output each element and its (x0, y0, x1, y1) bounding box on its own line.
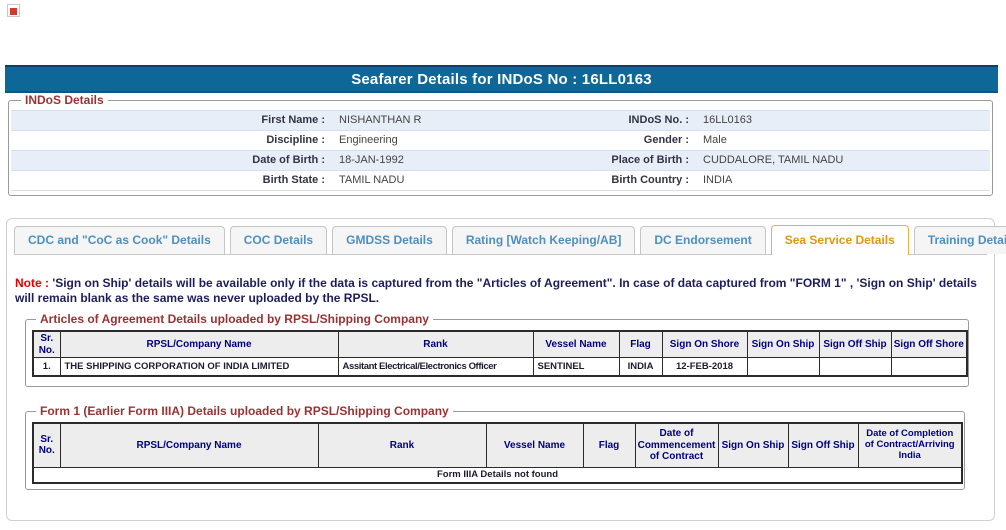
cell-flag: INDIA (618, 357, 663, 376)
articles-of-agreement-fieldset: Articles of Agreement Details uploaded b… (25, 312, 969, 387)
date-of-birth-value: 18-JAN-1992 (339, 154, 404, 166)
cell-sign-off-ship (818, 357, 892, 376)
indos-row-birth-state-country: Birth State : TAMIL NADU Birth Country :… (11, 171, 990, 191)
col-vessel-name: Vessel Name (532, 330, 620, 358)
col-sign-off-ship: Sign Off Ship (818, 330, 892, 358)
col-rank: Rank (317, 422, 487, 468)
col-date-of-completion: Date of Completion of Contract/Arriving … (857, 422, 963, 468)
form1-table: Sr. No. RPSL/Company Name Rank Vessel Na… (32, 422, 963, 484)
discipline-value: Engineering (339, 134, 398, 146)
page-title-bar: Seafarer Details for INDoS No : 16LL0163 (5, 65, 998, 93)
birth-state-label: Birth State : (262, 174, 325, 186)
articles-of-agreement-legend: Articles of Agreement Details uploaded b… (40, 312, 429, 326)
indos-details-rows: First Name : NISHANTHAN R INDoS No. : 16… (11, 110, 990, 191)
date-of-birth-label: Date of Birth : (252, 154, 325, 166)
col-rpsl-company-name: RPSL/Company Name (59, 422, 319, 468)
col-flag: Flag (618, 330, 663, 358)
cell-rpsl-company-name: THE SHIPPING CORPORATION OF INDIA LIMITE… (59, 357, 339, 376)
tab-cdc-coc-as-cook-details[interactable]: CDC and "CoC as Cook" Details (14, 226, 225, 254)
tab-label: GMDSS Details (346, 233, 433, 247)
tab-dc-endorsement[interactable]: DC Endorsement (640, 226, 766, 254)
form1-legend: Form 1 (Earlier Form IIIA) Details uploa… (40, 404, 449, 418)
col-rpsl-company-name: RPSL/Company Name (59, 330, 339, 358)
col-date-of-commencement: Date of Commencement of Contract (634, 422, 719, 468)
birth-country-label: Birth Country : (611, 174, 689, 186)
gender-label: Gender : (643, 134, 689, 146)
first-name-label: First Name : (261, 114, 325, 126)
cell-vessel-name: SENTINEL (532, 357, 620, 376)
tab-rating-watch-keeping-ab[interactable]: Rating [Watch Keeping/AB] (451, 226, 636, 254)
col-rank: Rank (337, 330, 534, 358)
articles-table-header-row: Sr. No. RPSL/Company Name Rank Vessel Na… (32, 330, 968, 358)
indos-row-discipline-gender: Discipline : Engineering Gender : Male (11, 131, 990, 151)
tab-label: Training Details (927, 233, 1006, 247)
tab-gmdss-details[interactable]: GMDSS Details (332, 226, 447, 254)
indos-details-fieldset: INDoS Details First Name : NISHANTHAN R … (8, 93, 993, 196)
col-sr-no: Sr. No. (32, 422, 61, 468)
form1-fieldset: Form 1 (Earlier Form IIIA) Details uploa… (25, 404, 965, 490)
cell-sign-off-shore (890, 357, 968, 376)
tab-label: COC Details (243, 233, 314, 247)
form1-table-header-row: Sr. No. RPSL/Company Name Rank Vessel Na… (32, 422, 963, 468)
col-sign-off-shore: Sign Off Shore (890, 330, 968, 358)
note-prefix: Note : (15, 276, 49, 290)
col-vessel-name: Vessel Name (485, 422, 584, 468)
tab-label: Sea Service Details (784, 233, 895, 247)
col-sign-off-ship: Sign Off Ship (787, 422, 859, 468)
indos-row-name-number: First Name : NISHANTHAN R INDoS No. : 16… (11, 111, 990, 131)
tab-coc-details[interactable]: COC Details (229, 226, 328, 254)
col-sign-on-ship: Sign On Ship (717, 422, 789, 468)
gender-value: Male (703, 134, 727, 146)
sign-on-ship-note: Note : 'Sign on Ship' details will be av… (15, 276, 992, 307)
col-sign-on-ship: Sign On Ship (746, 330, 820, 358)
place-of-birth-label: Place of Birth : (611, 154, 689, 166)
page-title: Seafarer Details for INDoS No : 16LL0163 (351, 70, 652, 88)
birth-state-value: TAMIL NADU (339, 174, 405, 186)
articles-of-agreement-table: Sr. No. RPSL/Company Name Rank Vessel Na… (32, 330, 968, 377)
cell-sign-on-ship (746, 357, 820, 376)
col-sr-no: Sr. No. (32, 330, 61, 358)
col-sign-on-shore: Sign On Shore (661, 330, 748, 358)
cell-sr-no: 1. (32, 357, 61, 376)
seafarer-details-page: Seafarer Details for INDoS No : 16LL0163… (0, 0, 1006, 530)
birth-country-value: INDIA (703, 174, 733, 186)
tab-label: DC Endorsement (654, 233, 752, 247)
note-body: 'Sign on Ship' details will be available… (15, 276, 977, 306)
col-flag: Flag (582, 422, 636, 468)
tab-label: CDC and "CoC as Cook" Details (28, 233, 211, 247)
tab-label: Rating [Watch Keeping/AB] (465, 233, 622, 247)
tab-strip: CDC and "CoC as Cook" Details COC Detail… (14, 225, 1006, 255)
articles-table-row: 1. THE SHIPPING CORPORATION OF INDIA LIM… (32, 357, 968, 376)
first-name-value: NISHANTHAN R (339, 114, 422, 126)
indos-row-birth: Date of Birth : 18-JAN-1992 Place of Bir… (11, 151, 990, 171)
form-iiia-not-found-message: Form IIIA Details not found (32, 466, 963, 484)
tab-training-details[interactable]: Training Details (913, 226, 1006, 254)
form1-empty-row: Form IIIA Details not found (32, 466, 963, 484)
indos-details-legend: INDoS Details (25, 93, 104, 107)
indos-no-value: 16LL0163 (703, 114, 752, 126)
tab-sea-service-details[interactable]: Sea Service Details (770, 225, 909, 255)
cell-rank: Assitant Electrical/Electronics Officer (337, 357, 534, 376)
place-of-birth-value: CUDDALORE, TAMIL NADU (703, 154, 844, 166)
cell-sign-on-shore: 12-FEB-2018 (661, 357, 748, 376)
indos-no-label: INDoS No. : (628, 114, 690, 126)
discipline-label: Discipline : (266, 134, 325, 146)
broken-image-icon (7, 4, 20, 17)
